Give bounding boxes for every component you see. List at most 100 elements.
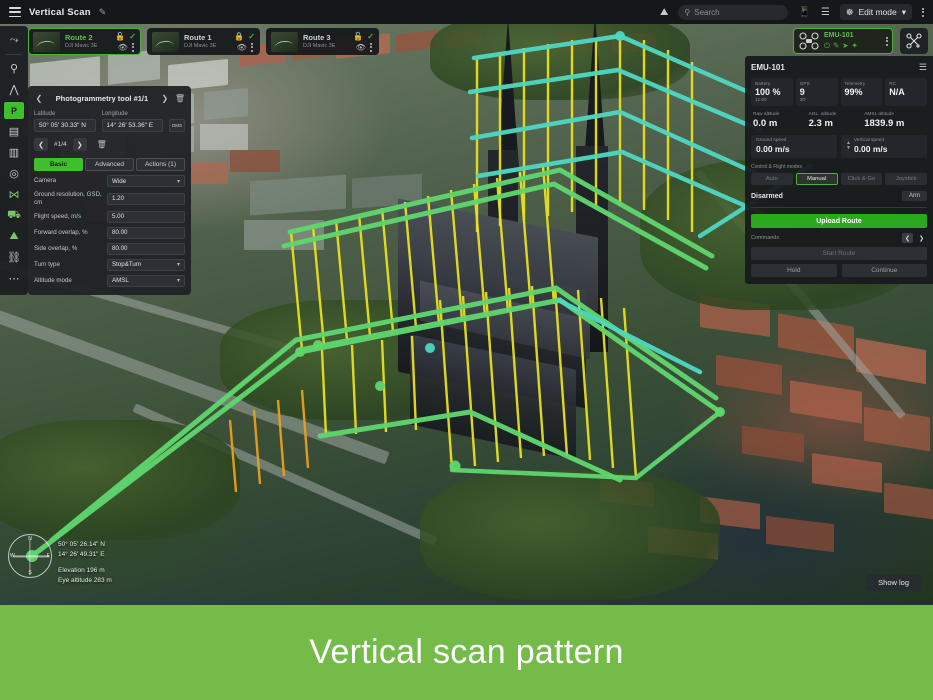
- camera-select[interactable]: Wide ▾: [107, 175, 185, 187]
- side-overlap-input[interactable]: 80.00: [107, 243, 185, 255]
- upload-route-button[interactable]: Upload Route: [751, 214, 927, 228]
- route-card[interactable]: Route 1 DJI Mavic 3E 🔒 ✓ 👁: [147, 28, 260, 55]
- compass-south-label: S: [28, 570, 31, 576]
- check-icon[interactable]: ✓: [129, 32, 136, 41]
- kebab-menu-icon[interactable]: [132, 43, 134, 52]
- mode-click-and-go[interactable]: Click & Go: [841, 173, 883, 185]
- device-icon[interactable]: 📱: [798, 7, 810, 18]
- latitude-input[interactable]: 50° 05' 30.33" N: [34, 119, 96, 132]
- continue-button[interactable]: Continue: [842, 264, 928, 277]
- unlock-icon[interactable]: 🔓: [353, 32, 363, 41]
- dms-toggle-button[interactable]: DMS: [169, 119, 185, 132]
- drone-info: EMU-101 ⏻ ✎ ➤ ✦: [824, 32, 882, 50]
- speed-grid: Ground speed 0.00 m/s ▲▼ Vertical speed …: [751, 135, 927, 158]
- eye-icon[interactable]: 👁: [118, 43, 128, 52]
- tab-actions[interactable]: Actions (1): [136, 158, 185, 171]
- route-card-list: Route 2 DJI Mavic 3E 🔓 ✓ 👁: [28, 28, 379, 55]
- tile-label: RC: [889, 81, 923, 86]
- quadcopter-icon: [798, 31, 820, 51]
- route-card[interactable]: Route 2 DJI Mavic 3E 🔓 ✓ 👁: [28, 28, 141, 55]
- more-tools-icon[interactable]: ⋯: [3, 269, 25, 288]
- pager-prev-button[interactable]: ❮: [34, 138, 48, 151]
- hold-button[interactable]: Hold: [751, 264, 837, 277]
- compass-rose[interactable]: N E S W: [8, 534, 52, 578]
- tile-sub: 12.60: [755, 97, 789, 102]
- coordinate-fields: Latitude 50° 05' 30.33" N Longitude 14° …: [34, 111, 185, 132]
- tab-advanced[interactable]: Advanced: [85, 158, 134, 171]
- kebab-menu-icon[interactable]: [370, 43, 372, 52]
- forward-overlap-input[interactable]: 80.00: [107, 227, 185, 239]
- mode-auto[interactable]: Auto: [751, 173, 793, 185]
- property-row: Side overlap, % 80.00: [34, 243, 185, 255]
- marker-tool-icon[interactable]: ⚲: [3, 59, 25, 78]
- altitude-grid: Raw altitude 0.0 m AGL. altitude 2.3 m A…: [751, 110, 927, 130]
- altitude-label: Raw altitude: [753, 112, 802, 117]
- telemetry-tile: Telemetry 99%: [841, 78, 883, 106]
- link-tool-icon[interactable]: ⛓: [3, 248, 25, 267]
- chevron-left-icon[interactable]: ❮: [34, 94, 44, 103]
- route-name: Route 1: [184, 34, 229, 43]
- show-log-button[interactable]: Show log: [866, 574, 921, 591]
- arm-button[interactable]: Arm: [902, 191, 927, 201]
- property-label: Turn type: [34, 261, 103, 269]
- waypoint-tool-icon[interactable]: ⋈: [3, 185, 25, 204]
- check-icon[interactable]: ✓: [367, 32, 374, 41]
- drone-card[interactable]: EMU-101 ⏻ ✎ ➤ ✦: [793, 28, 893, 54]
- eye-icon[interactable]: 👁: [237, 43, 247, 52]
- trash-icon[interactable]: 🗑: [175, 94, 185, 103]
- commands-prev-button[interactable]: ❮: [902, 233, 913, 243]
- unlock-icon[interactable]: 🔓: [115, 32, 125, 41]
- gsd-input[interactable]: 1.20: [107, 193, 185, 205]
- flight-speed-input[interactable]: 5.00: [107, 211, 185, 223]
- start-route-button[interactable]: Start Route: [751, 247, 927, 260]
- mode-manual[interactable]: Manual: [796, 173, 838, 185]
- longitude-input[interactable]: 14° 26' 53.36" E: [102, 119, 164, 132]
- speed-value: 0.00 m/s: [854, 144, 888, 154]
- route-thumbnail: [271, 32, 298, 52]
- speed-label: Vertical speed: [854, 138, 888, 143]
- pencil-icon[interactable]: ✎: [99, 7, 107, 18]
- altitude-mode-select[interactable]: AMSL ▾: [107, 275, 185, 287]
- property-label: Flight speed, m/s: [34, 213, 103, 221]
- route-tool-icon[interactable]: ⤳: [3, 31, 25, 50]
- kebab-menu-icon[interactable]: [886, 37, 888, 46]
- list-icon[interactable]: ☰: [919, 62, 927, 73]
- mountain-icon[interactable]: ⛰: [660, 7, 668, 18]
- mode-joystick[interactable]: Joystick: [885, 173, 927, 185]
- layers-icon[interactable]: ☰: [821, 7, 830, 18]
- orbit-tool-icon[interactable]: ◎: [3, 164, 25, 183]
- terrain-follow-tool-icon[interactable]: ⛰: [3, 227, 25, 246]
- map-3d-viewport[interactable]: Vertical Scan ✎ ⛰ ⚲ Search 📱 ☰ ☸ Edit mo…: [0, 0, 933, 605]
- photogrammetry-tool-icon[interactable]: P: [3, 101, 25, 120]
- tab-basic[interactable]: Basic: [34, 158, 83, 171]
- panel-divider: [751, 207, 927, 208]
- check-icon[interactable]: ✓: [248, 32, 255, 41]
- left-toolbar: ⤳ ⚲ ⋀ P ▤ ▥ ◎ ⋈ ⛟ ⛰ ⛓ ⋯: [0, 26, 28, 295]
- turn-type-select[interactable]: Stop&Turn ▾: [107, 259, 185, 271]
- panorama-tool-icon[interactable]: ▤: [3, 122, 25, 141]
- edit-mode-dropdown[interactable]: ☸ Edit mode ▾: [840, 4, 912, 20]
- search-input[interactable]: ⚲ Search: [678, 5, 788, 20]
- toolbar-divider: [6, 54, 22, 55]
- kebab-menu-icon[interactable]: [922, 8, 924, 17]
- tile-sub: 3D: [800, 97, 834, 102]
- pager-next-button[interactable]: ❯: [73, 138, 87, 151]
- property-label: Altitude mode: [34, 277, 103, 285]
- longitude-field: Longitude 14° 26' 53.36" E: [102, 111, 164, 132]
- facade-tool-icon[interactable]: ▥: [3, 143, 25, 162]
- kebab-menu-icon[interactable]: [251, 43, 253, 52]
- add-node-icon[interactable]: [900, 28, 928, 54]
- corridor-tool-icon[interactable]: ⛟: [3, 206, 25, 225]
- longitude-label: Longitude: [102, 111, 164, 117]
- hamburger-icon[interactable]: [9, 7, 21, 17]
- delete-point-icon[interactable]: 🗑: [97, 140, 107, 149]
- arm-row: Disarmed Arm: [751, 191, 927, 201]
- eye-icon[interactable]: 👁: [356, 43, 366, 52]
- tile-value: N/A: [889, 87, 923, 97]
- commands-next-button[interactable]: ❯: [916, 233, 927, 243]
- polyline-tool-icon[interactable]: ⋀: [3, 80, 25, 99]
- route-card[interactable]: Route 3 DJI Mavic 3E 🔓 ✓ 👁: [266, 28, 379, 55]
- chevron-right-icon[interactable]: ❯: [160, 94, 170, 103]
- lock-icon[interactable]: 🔒: [234, 32, 244, 41]
- compass-north-label: N: [28, 536, 32, 542]
